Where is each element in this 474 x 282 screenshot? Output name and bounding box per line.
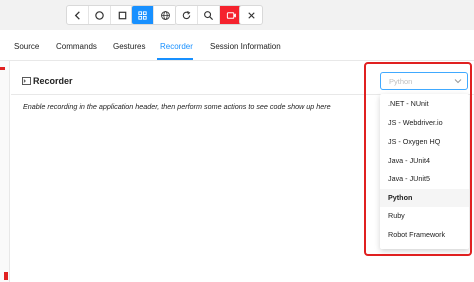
back-icon xyxy=(74,10,80,20)
edge-marker xyxy=(0,67,5,70)
inspector-window: Source Commands Gestures Recorder Sessio… xyxy=(0,0,474,282)
refresh-icon xyxy=(182,10,191,19)
device-nav-group xyxy=(66,5,134,25)
tab-source[interactable]: Source xyxy=(14,42,39,51)
back-button[interactable] xyxy=(67,6,89,24)
home-icon xyxy=(95,10,104,20)
select-elements-icon xyxy=(138,10,147,20)
app-switch-icon xyxy=(118,11,126,19)
tab-commands[interactable]: Commands xyxy=(56,42,97,51)
recorder-hint: Enable recording in the application head… xyxy=(23,102,331,111)
close-icon xyxy=(247,11,255,19)
globe-icon xyxy=(160,10,170,20)
record-icon xyxy=(226,11,236,19)
quit-session-button[interactable] xyxy=(240,6,262,24)
tab-bar: Source Commands Gestures Recorder Sessio… xyxy=(0,30,474,61)
mode-group xyxy=(131,5,177,25)
web-context-button[interactable] xyxy=(154,6,176,24)
recorder-title: Recorder xyxy=(33,76,73,86)
tab-gestures[interactable]: Gestures xyxy=(113,42,145,51)
search-icon xyxy=(204,10,214,20)
screenshot-panel-edge xyxy=(0,61,10,282)
refresh-button[interactable] xyxy=(176,6,198,24)
terminal-icon xyxy=(22,77,31,85)
action-group xyxy=(175,5,243,25)
tab-recorder[interactable]: Recorder xyxy=(160,42,193,51)
toolbar xyxy=(0,0,474,30)
app-switch-button[interactable] xyxy=(111,6,133,24)
quit-group xyxy=(239,5,263,25)
annotation-highlight-box xyxy=(364,62,472,256)
home-button[interactable] xyxy=(89,6,111,24)
edge-marker-bottom xyxy=(4,272,8,280)
active-tab-indicator xyxy=(157,58,193,60)
search-button[interactable] xyxy=(198,6,220,24)
select-elements-button[interactable] xyxy=(132,6,154,24)
tab-session-information[interactable]: Session Information xyxy=(210,42,281,51)
